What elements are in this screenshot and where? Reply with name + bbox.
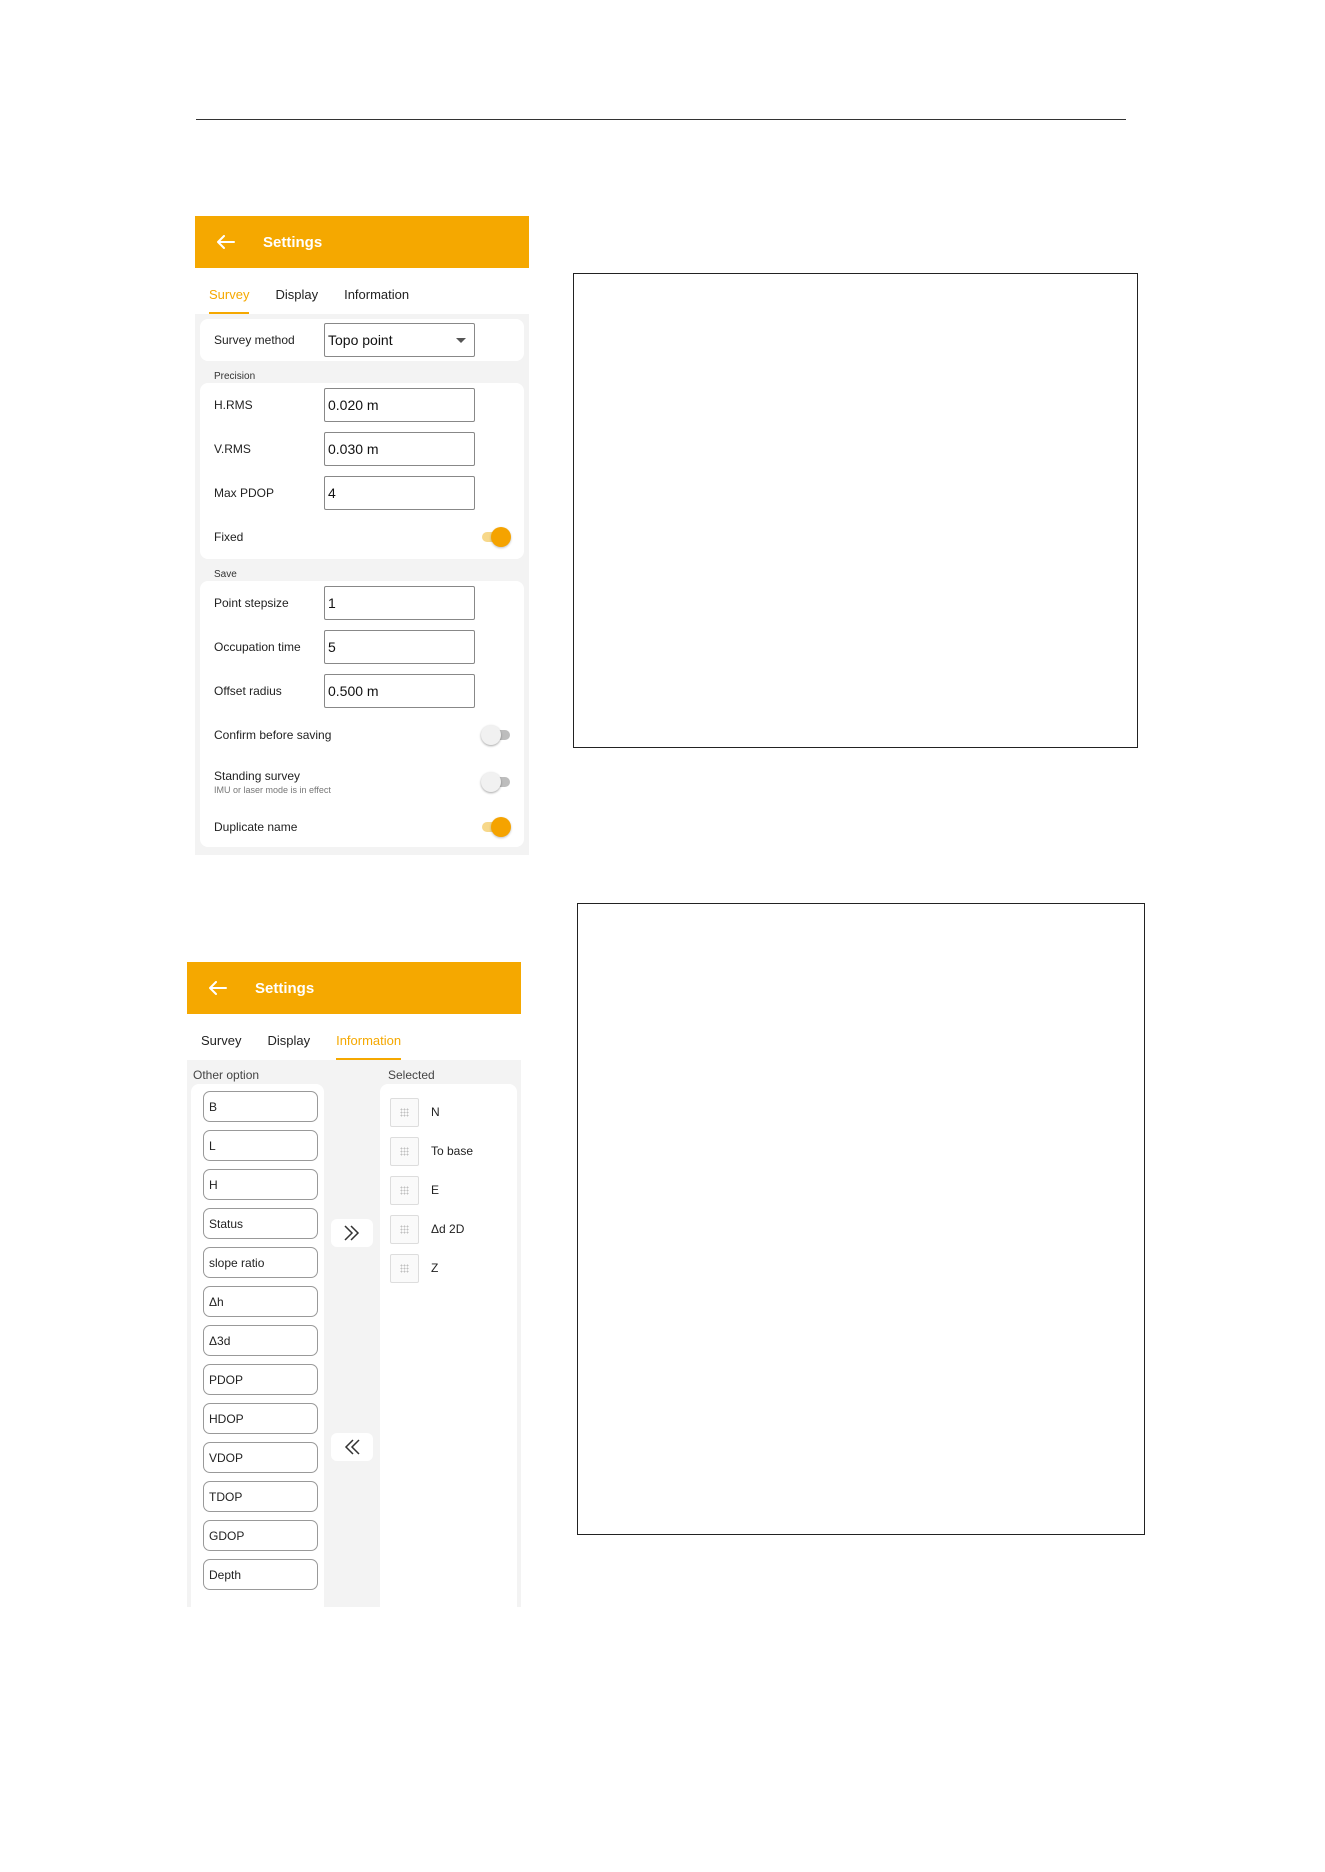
- selected-item[interactable]: Z: [390, 1253, 438, 1283]
- information-settings-screenshot: Settings Survey Display Information Othe…: [187, 962, 521, 1607]
- tab-information[interactable]: Information: [344, 287, 409, 314]
- occupation-time-input[interactable]: 5: [324, 630, 475, 664]
- empty-caption-box-2: [577, 903, 1145, 1535]
- point-stepsize-label: Point stepsize: [214, 596, 289, 610]
- survey-method-value: Topo point: [328, 332, 393, 348]
- confirm-before-saving-label: Confirm before saving: [214, 728, 332, 742]
- standing-survey-hint: IMU or laser mode is in effect: [214, 785, 331, 795]
- double-chevron-right-icon: [344, 1225, 360, 1241]
- offset-radius-input[interactable]: 0.500 m: [324, 674, 475, 708]
- option-item[interactable]: Δ3d: [203, 1325, 318, 1356]
- add-selected-button[interactable]: [331, 1219, 373, 1247]
- selected-header: Selected: [388, 1068, 435, 1082]
- confirm-before-saving-toggle[interactable]: [481, 725, 511, 745]
- survey-method-label: Survey method: [214, 333, 295, 347]
- selected-item-label: N: [431, 1105, 440, 1119]
- app-title: Settings: [255, 979, 315, 997]
- standing-survey-toggle[interactable]: [481, 772, 511, 792]
- drag-handle-icon[interactable]: [390, 1136, 419, 1166]
- point-stepsize-input[interactable]: 1: [324, 586, 475, 620]
- option-item[interactable]: L: [203, 1130, 318, 1161]
- v-rms-label: V.RMS: [214, 442, 251, 456]
- selected-item-label: E: [431, 1183, 440, 1197]
- empty-caption-box-1: [573, 273, 1138, 748]
- other-option-header: Other option: [193, 1068, 260, 1082]
- app-title: Settings: [263, 233, 323, 251]
- option-item[interactable]: GDOP: [203, 1520, 318, 1551]
- option-item[interactable]: Depth: [203, 1559, 318, 1590]
- precision-card: H.RMS 0.020 m V.RMS 0.030 m Max PDOP 4 F…: [200, 383, 524, 559]
- h-rms-input[interactable]: 0.020 m: [324, 388, 475, 422]
- duplicate-name-toggle[interactable]: [481, 817, 511, 837]
- tab-display[interactable]: Display: [275, 287, 318, 314]
- app-bar: Settings: [195, 216, 529, 268]
- dropdown-caret-icon: [456, 337, 466, 343]
- precision-section-label: Precision: [214, 371, 256, 382]
- v-rms-input[interactable]: 0.030 m: [324, 432, 475, 466]
- info-body: B L H Status slope ratio Δh Δ3d PDOP HDO…: [187, 1084, 521, 1607]
- option-item[interactable]: VDOP: [203, 1442, 318, 1473]
- selected-item[interactable]: N: [390, 1097, 440, 1127]
- fixed-label: Fixed: [214, 530, 244, 544]
- survey-settings-screenshot: Settings Survey Display Information Surv…: [195, 216, 529, 855]
- survey-method-card: Survey method Topo point: [200, 319, 524, 361]
- option-item[interactable]: Δh: [203, 1286, 318, 1317]
- other-option-list: B L H Status slope ratio Δh Δ3d PDOP HDO…: [191, 1084, 324, 1607]
- fixed-toggle[interactable]: [481, 527, 511, 547]
- save-card: Point stepsize 1 Occupation time 5 Offse…: [200, 581, 524, 847]
- offset-radius-label: Offset radius: [214, 684, 282, 698]
- h-rms-label: H.RMS: [214, 398, 253, 412]
- drag-handle-icon[interactable]: [390, 1253, 419, 1283]
- info-column-headers: Other option Selected: [187, 1060, 521, 1084]
- tab-survey[interactable]: Survey: [201, 1033, 241, 1060]
- remove-selected-button[interactable]: [331, 1433, 373, 1461]
- tab-bar: Survey Display Information: [187, 1014, 521, 1060]
- selected-item[interactable]: Δd 2D: [390, 1214, 464, 1244]
- header-rule: [196, 119, 1126, 120]
- drag-handle-icon[interactable]: [390, 1175, 419, 1205]
- tab-survey[interactable]: Survey: [209, 287, 250, 314]
- occupation-time-label: Occupation time: [214, 640, 301, 654]
- duplicate-name-label: Duplicate name: [214, 820, 298, 834]
- selected-item[interactable]: To base: [390, 1136, 473, 1166]
- max-pdop-label: Max PDOP: [214, 486, 275, 500]
- back-arrow-icon[interactable]: [217, 231, 239, 253]
- drag-handle-icon[interactable]: [390, 1214, 419, 1244]
- option-item[interactable]: slope ratio: [203, 1247, 318, 1278]
- drag-handle-icon[interactable]: [390, 1097, 419, 1127]
- save-section-label: Save: [214, 569, 237, 580]
- option-item[interactable]: TDOP: [203, 1481, 318, 1512]
- selected-item-label: To base: [431, 1144, 474, 1158]
- selected-item[interactable]: E: [390, 1175, 439, 1205]
- tab-bar: Survey Display Information: [195, 268, 529, 314]
- option-item[interactable]: H: [203, 1169, 318, 1200]
- selected-item-label: Z: [431, 1261, 439, 1275]
- standing-survey-label: Standing survey: [214, 769, 301, 783]
- app-bar: Settings: [187, 962, 521, 1014]
- option-item[interactable]: B: [203, 1091, 318, 1122]
- double-chevron-left-icon: [344, 1439, 360, 1455]
- tab-information[interactable]: Information: [336, 1033, 402, 1060]
- back-arrow-icon[interactable]: [209, 977, 231, 999]
- selected-list: N To base E Δd 2D Z: [380, 1084, 517, 1607]
- option-item[interactable]: Status: [203, 1208, 318, 1239]
- option-item[interactable]: PDOP: [203, 1364, 318, 1395]
- survey-method-select[interactable]: Topo point: [324, 323, 475, 357]
- selected-item-label: Δd 2D: [431, 1222, 465, 1236]
- max-pdop-input[interactable]: 4: [324, 476, 475, 510]
- tab-display[interactable]: Display: [267, 1033, 310, 1060]
- option-item[interactable]: HDOP: [203, 1403, 318, 1434]
